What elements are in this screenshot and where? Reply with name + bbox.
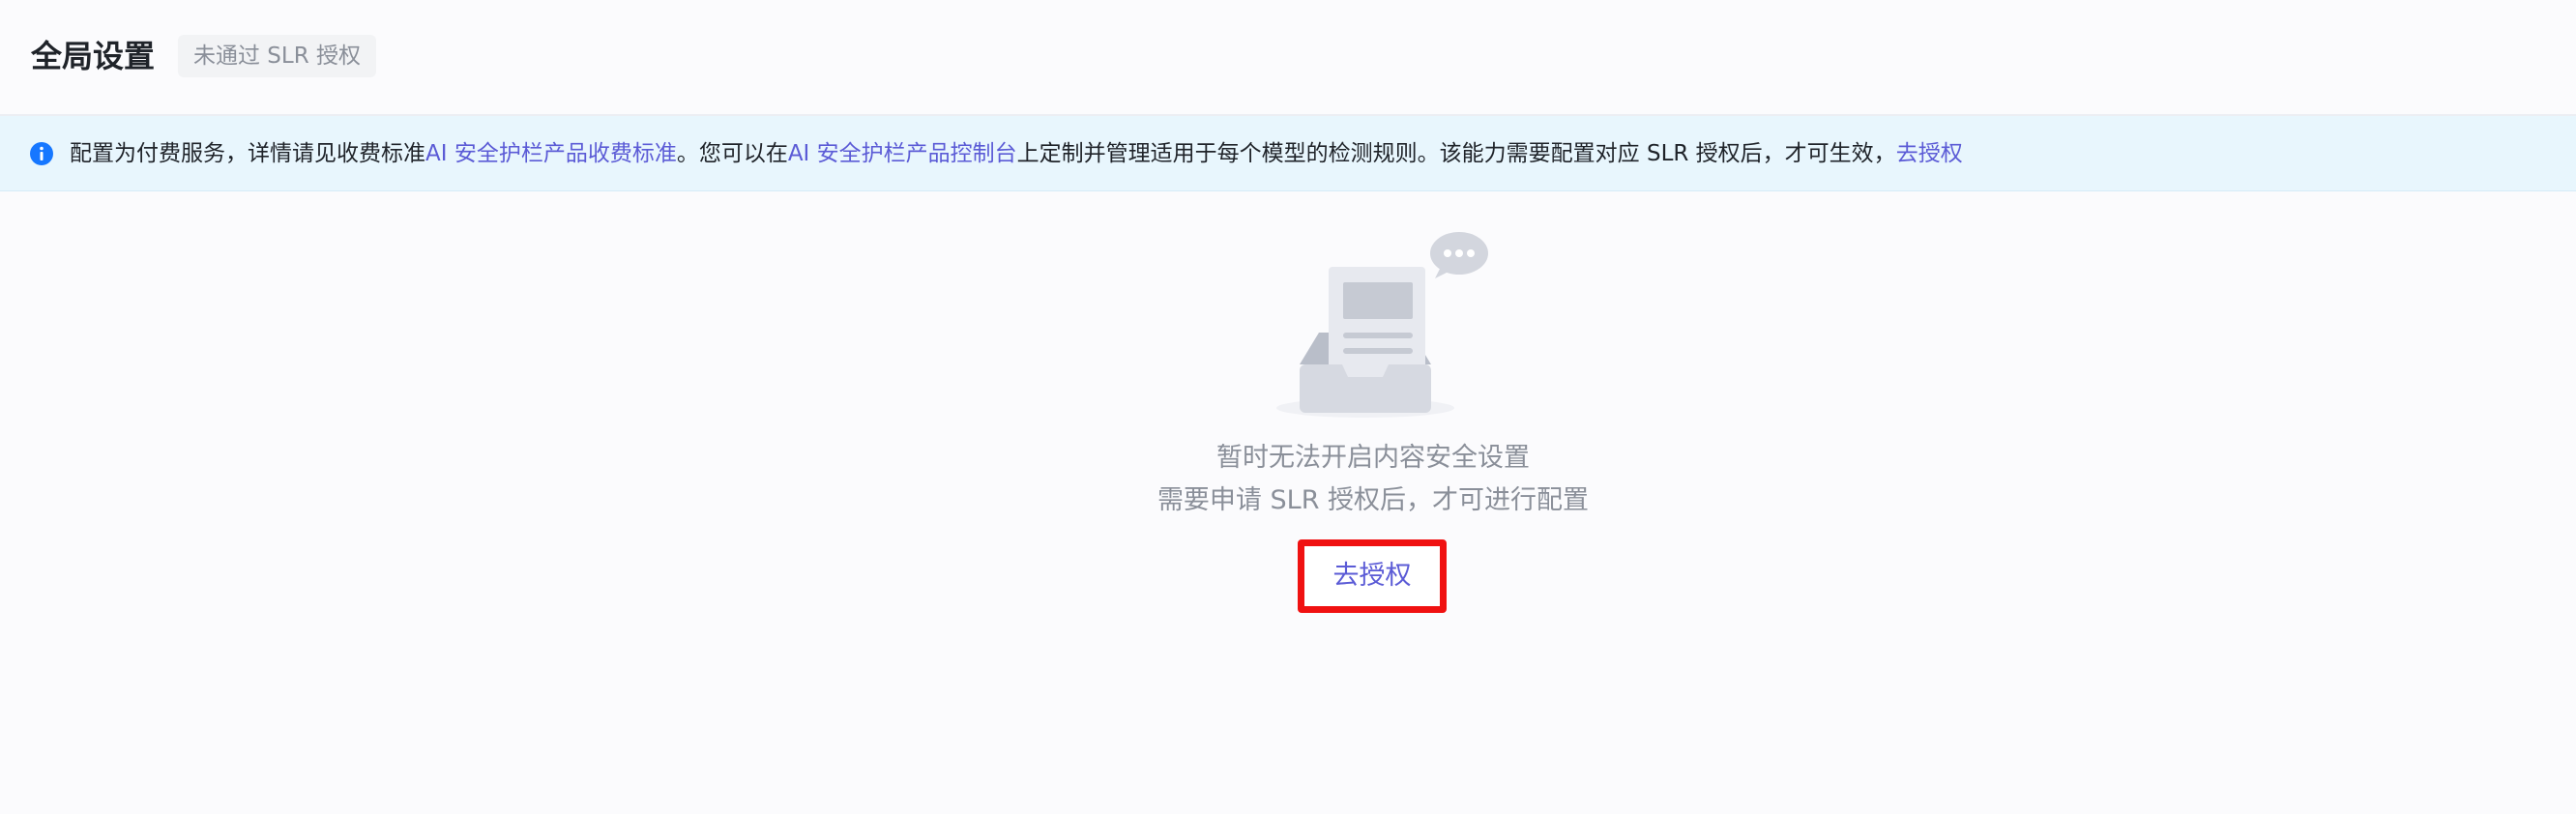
banner-text-part1: 配置为付费服务，详情请见收费标准 [70,141,425,166]
page: 全局设置 未通过 SLR 授权 配置为付费服务，详情请见收费标准AI 安全护栏产… [0,0,2576,814]
empty-state-title: 暂时无法开启内容安全设置 [1216,443,1530,473]
pricing-standard-link[interactable]: AI 安全护栏产品收费标准 [425,141,677,166]
authorize-button[interactable]: 去授权 [1298,539,1447,613]
status-badge: 未通过 SLR 授权 [178,35,377,77]
empty-inbox-illustration [1276,232,1488,418]
info-icon [30,142,53,165]
banner-authorize-link[interactable]: 去授权 [1896,141,1963,166]
banner-text-part2: 。您可以在 [676,141,788,166]
info-banner: 配置为付费服务，详情请见收费标准AI 安全护栏产品收费标准。您可以在AI 安全护… [0,116,2576,191]
banner-message: 配置为付费服务，详情请见收费标准AI 安全护栏产品收费标准。您可以在AI 安全护… [70,116,1963,191]
banner-text-part3: 上定制并管理适用于每个模型的检测规则。该能力需要配置对应 SLR 授权后，才可生… [1016,141,1896,166]
empty-state-subtitle: 需要申请 SLR 授权后，才可进行配置 [1156,485,1590,515]
page-title: 全局设置 [31,38,156,74]
guardrail-console-link[interactable]: AI 安全护栏产品控制台 [788,141,1017,166]
page-header: 全局设置 未通过 SLR 授权 [0,0,2576,116]
